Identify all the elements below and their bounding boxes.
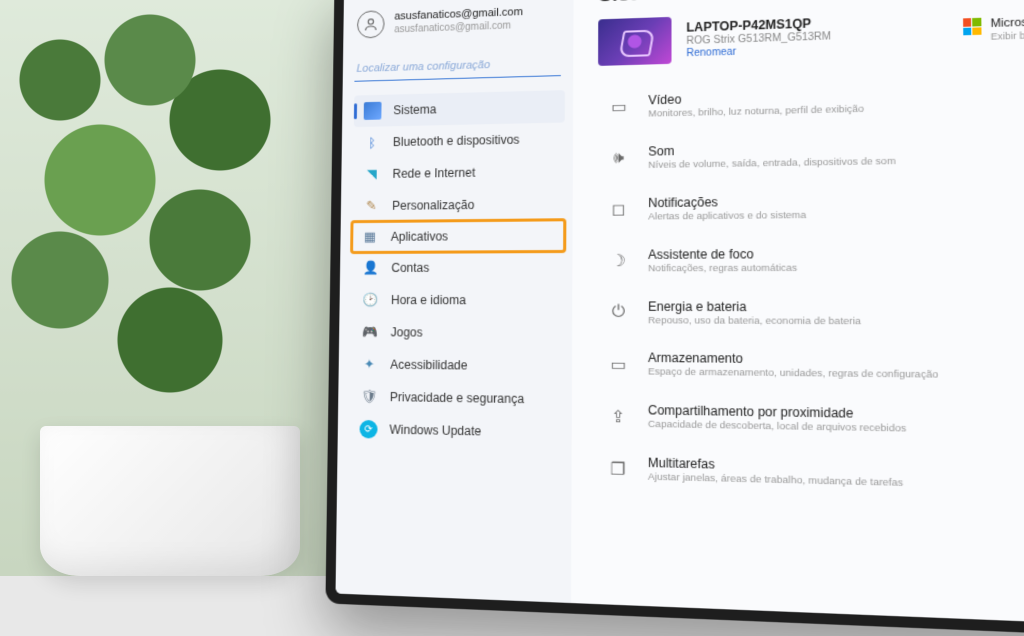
setting-energia-e-bateria[interactable]: ⏻ Energia e bateriaRepouso, uso da bateri… (597, 288, 1024, 339)
accounts-icon: 👤 (362, 259, 380, 277)
sidebar-item-label: Personalização (392, 198, 474, 213)
microsoft-logo-icon (963, 18, 981, 36)
main-panel: Sistema LAPTOP-P42MS1QP ROG Strix G513RM… (571, 0, 1024, 624)
moon-icon: ☽ (606, 249, 631, 274)
sidebar-item-rede-e-internet[interactable]: ◥ Rede e Internet (353, 155, 565, 190)
sidebar-item-jogos[interactable]: 🎮 Jogos (351, 316, 564, 350)
time-language-icon: 🕑 (361, 291, 379, 309)
setting-text: VídeoMonitores, brilho, luz noturna, per… (648, 88, 864, 121)
setting-v-deo[interactable]: ▭ VídeoMonitores, brilho, luz noturna, pe… (598, 72, 1024, 132)
setting-som[interactable]: 🕪 SomNíveis de volume, saída, entrada, di… (598, 126, 1024, 183)
avatar-icon (357, 10, 385, 38)
multitask-icon: ❐ (605, 456, 631, 482)
setting-title: Assistente de foco (648, 246, 797, 262)
ms365-subtitle: Exibir benefícios (991, 29, 1024, 43)
setting-desc: Notificações, regras automáticas (648, 262, 797, 275)
setting-text: NotificaçõesAlertas de aplicativos e do … (648, 194, 806, 224)
settings-window: asusfanaticos@gmail.com asusfanaticos@gm… (336, 0, 1024, 624)
setting-title: Notificações (648, 194, 806, 211)
personalization-icon: ✎ (362, 197, 380, 215)
sidebar-item-hora-e-idioma[interactable]: 🕑 Hora e idioma (351, 284, 564, 317)
ms365-text: Microsoft 365 Exibir benefícios (990, 15, 1024, 43)
setting-notifica-es[interactable]: ◻ NotificaçõesAlertas de aplicativos e do… (598, 180, 1024, 234)
scene: asusfanaticos@gmail.com asusfanaticos@gm… (0, 0, 1024, 576)
bluetooth-icon: ᛒ (363, 133, 381, 151)
device-row: LAPTOP-P42MS1QP ROG Strix G513RM_G513RM … (598, 3, 1024, 66)
laptop-frame: asusfanaticos@gmail.com asusfanaticos@gm… (325, 0, 1024, 636)
settings-list: ▭ VídeoMonitores, brilho, luz noturna, pe… (597, 72, 1024, 506)
microsoft-365-tile[interactable]: Microsoft 365 Exibir benefícios (963, 15, 1024, 44)
setting-desc: Alertas de aplicativos e do sistema (648, 209, 806, 223)
sidebar-item-label: Jogos (391, 325, 423, 339)
device-wallpaper-thumb (598, 17, 671, 66)
storage-icon: ▭ (606, 352, 631, 377)
account-block[interactable]: asusfanaticos@gmail.com asusfanaticos@gm… (355, 0, 565, 48)
device-block[interactable]: LAPTOP-P42MS1QP ROG Strix G513RM_G513RM … (598, 11, 831, 66)
sidebar-item-label: Bluetooth e dispositivos (393, 133, 520, 149)
sidebar-item-acessibilidade[interactable]: ✦ Acessibilidade (350, 348, 563, 383)
sidebar-item-privacidade-e-seguran-a[interactable]: 🛡 Privacidade e segurança (350, 380, 564, 416)
sidebar-item-label: Aplicativos (391, 229, 448, 243)
sidebar-item-label: Acessibilidade (390, 358, 467, 373)
setting-multitarefas[interactable]: ❐ MultitarefasAjustar janelas, áreas de t… (597, 444, 1024, 506)
windows-update-icon: ⟳ (359, 420, 377, 439)
setting-desc: Repouso, uso da bateria, economia de bat… (648, 314, 861, 327)
search-input[interactable] (354, 50, 561, 82)
setting-armazenamento[interactable]: ▭ ArmazenamentoEspaço de armazenamento, u… (597, 340, 1024, 395)
setting-assistente-de-foco[interactable]: ☽ Assistente de focoNotificações, regras … (597, 234, 1024, 286)
setting-compartilhamento-por-proximidade[interactable]: ⇪ Compartilhamento por proximidadeCapacid… (597, 392, 1024, 450)
privacy-icon: 🛡 (360, 388, 378, 406)
setting-title: Energia e bateria (648, 299, 861, 315)
setting-text: Assistente de focoNotificações, regras a… (648, 246, 797, 275)
power-icon: ⏻ (606, 300, 631, 325)
sidebar-item-personaliza-o[interactable]: ✎ Personalização (353, 188, 565, 223)
network-icon: ◥ (363, 165, 381, 183)
setting-text: ArmazenamentoEspaço de armazenamento, un… (648, 351, 938, 382)
share-icon: ⇪ (605, 404, 631, 430)
sidebar-item-sistema[interactable]: Sistema (354, 90, 565, 127)
apps-icon: ▦ (361, 228, 379, 246)
sidebar-item-contas[interactable]: 👤 Contas (352, 251, 564, 284)
sidebar-item-label: Contas (391, 261, 429, 275)
sidebar: asusfanaticos@gmail.com asusfanaticos@gm… (336, 0, 574, 603)
system-icon (364, 102, 382, 120)
setting-text: SomNíveis de volume, saída, entrada, dis… (648, 140, 896, 172)
sidebar-item-label: Sistema (393, 102, 436, 117)
sidebar-item-label: Rede e Internet (392, 166, 475, 181)
nav-list: Sistema ᛒ Bluetooth e dispositivos ◥ Rede e … (349, 90, 564, 449)
setting-desc: Espaço de armazenamento, unidades, regra… (648, 367, 938, 383)
setting-text: Energia e bateriaRepouso, uso da bateria… (648, 299, 861, 328)
sidebar-item-label: Privacidade e segurança (390, 390, 524, 406)
setting-text: Compartilhamento por proximidadeCapacida… (648, 403, 906, 436)
setting-text: MultitarefasAjustar janelas, áreas de tr… (648, 456, 903, 491)
sidebar-item-label: Hora e idioma (391, 293, 466, 307)
ms365-title: Microsoft 365 (990, 15, 1024, 32)
sidebar-item-bluetooth-e-dispositivos[interactable]: ᛒ Bluetooth e dispositivos (353, 123, 564, 159)
device-info: LAPTOP-P42MS1QP ROG Strix G513RM_G513RM … (686, 16, 831, 60)
bell-icon: ◻ (606, 197, 631, 222)
display-icon: ▭ (606, 95, 631, 120)
sound-icon: 🕪 (606, 146, 631, 171)
sidebar-item-aplicativos[interactable]: ▦ Aplicativos (350, 218, 566, 254)
sidebar-item-windows-update[interactable]: ⟳ Windows Update (349, 413, 563, 450)
account-text: asusfanaticos@gmail.com asusfanaticos@gm… (394, 6, 523, 35)
accessibility-icon: ✦ (360, 355, 378, 373)
gaming-icon: 🎮 (361, 323, 379, 341)
sidebar-item-label: Windows Update (389, 422, 481, 438)
plant-pot (40, 426, 300, 576)
